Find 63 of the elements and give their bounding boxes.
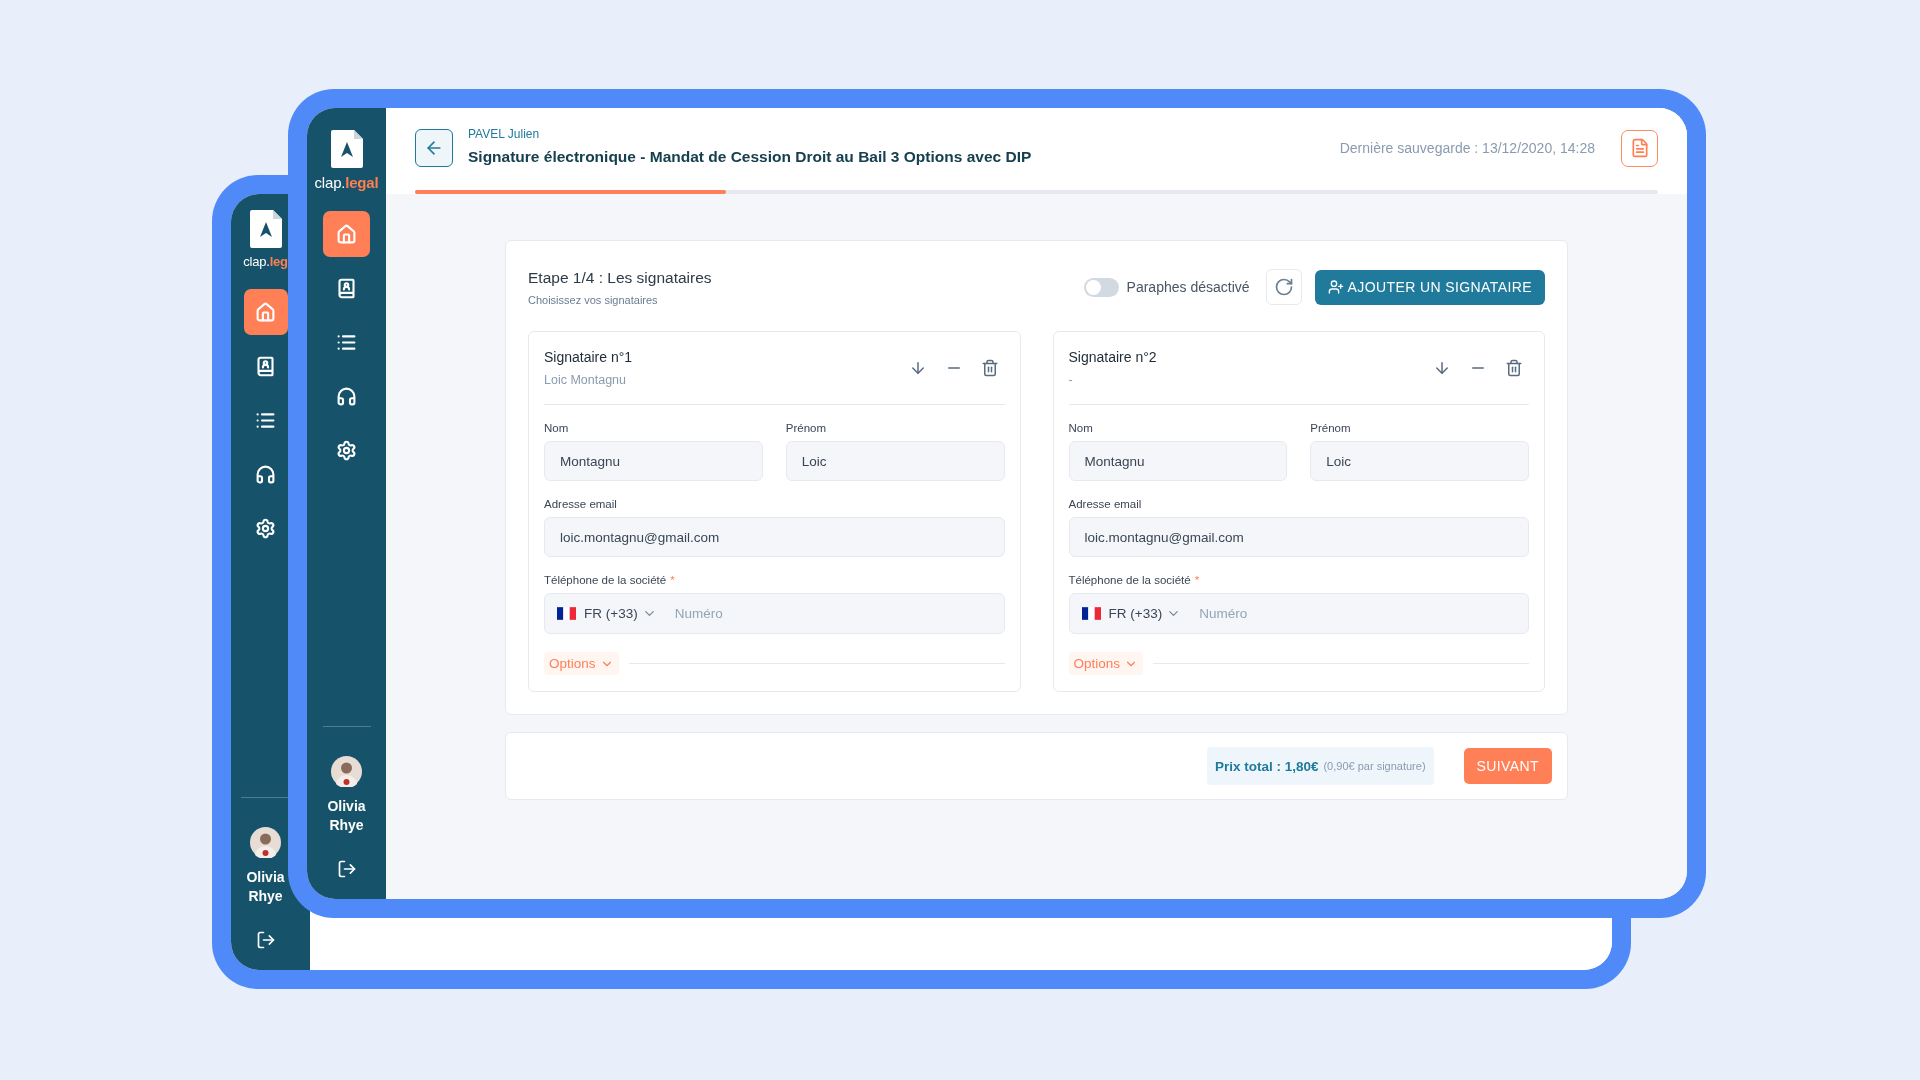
input-field[interactable]: loic.montagnu@gmail.com: [544, 517, 1005, 557]
flag-icon: [1081, 607, 1101, 620]
logo-icon: [249, 210, 282, 248]
step-subtitle: Choisissez vos signataires: [528, 293, 659, 306]
field-label: Téléphone de la société *: [544, 574, 676, 586]
headset-icon: [255, 463, 276, 485]
field-label: Prénom: [785, 422, 828, 434]
last-saved: Dernière sauvegarde : 13/12/2020, 14:28: [1339, 140, 1595, 156]
signer-name: Loic Montagnu: [544, 373, 627, 387]
logo-text: clap.legal: [314, 174, 379, 191]
document-title: Signature électronique - Mandat de Cession Droit au Bail 3 Options avec DIP: [468, 147, 1033, 166]
country-select[interactable]: FR (+33): [1108, 606, 1182, 621]
field-label: Adresse email: [1068, 498, 1143, 510]
toggle-label: Paraphes désactivé: [1126, 279, 1250, 295]
back-button[interactable]: [415, 129, 453, 167]
phone-field[interactable]: FR (+33) Numéro: [1068, 593, 1529, 634]
settings-icon: [336, 439, 357, 461]
signer-name: -: [1068, 373, 1074, 387]
phone-field[interactable]: FR (+33) Numéro: [544, 593, 1005, 634]
user-name: Olivia Rhye: [326, 797, 367, 835]
field-label: Téléphone de la société *: [1068, 574, 1201, 586]
settings-icon: [255, 517, 276, 539]
refresh-button[interactable]: [1265, 269, 1302, 305]
signer-title: Signataire n°1: [544, 349, 633, 365]
add-signer-button[interactable]: AJOUTER UN SIGNATAIRE: [1314, 269, 1545, 305]
phone-placeholder: Numéro: [674, 606, 723, 621]
avatar: [331, 756, 362, 787]
price-note: (0,90€ par signature): [1323, 760, 1426, 772]
input-field[interactable]: Montagnu: [1068, 441, 1288, 481]
avatar: [250, 827, 281, 858]
contact-book-icon: [336, 277, 357, 299]
delete-icon[interactable]: [1505, 359, 1523, 377]
delete-icon[interactable]: [980, 359, 999, 377]
input-field[interactable]: loic.montagnu@gmail.com: [1068, 517, 1529, 557]
contact-book-icon: [255, 355, 276, 377]
phone-placeholder: Numéro: [1199, 606, 1248, 621]
nav-button[interactable]: [243, 289, 288, 335]
logo-text: clap.leg: [243, 254, 288, 269]
step-title: Etape 1/4 : Les signataires: [528, 268, 712, 287]
logo-icon: [330, 130, 363, 168]
logout-icon[interactable]: [255, 930, 276, 950]
user-plus-icon: [1327, 279, 1344, 295]
input-field[interactable]: Loic: [785, 441, 1005, 481]
arrow-down-icon[interactable]: [1433, 359, 1451, 377]
refresh-icon: [1273, 277, 1294, 297]
home-icon: [336, 223, 357, 245]
headset-icon: [336, 385, 357, 407]
input-field[interactable]: Loic: [1310, 441, 1529, 481]
field-label: Prénom: [1310, 422, 1352, 434]
toggle-switch[interactable]: [1083, 277, 1119, 297]
user-name: Olivia Rhye: [245, 868, 286, 906]
input-field[interactable]: Montagnu: [544, 441, 763, 481]
logout-icon[interactable]: [336, 859, 357, 879]
nav-button[interactable]: [323, 211, 370, 257]
price-total: Prix total : 1,80€: [1214, 758, 1319, 774]
country-select[interactable]: FR (+33): [584, 606, 657, 621]
field-label: Adresse email: [544, 498, 618, 510]
field-label: Nom: [544, 422, 570, 434]
home-icon: [255, 301, 276, 323]
signer-title: Signataire n°2: [1068, 349, 1157, 365]
field-label: Nom: [1068, 422, 1094, 434]
client-name: PAVEL Julien: [468, 126, 541, 141]
flag-icon: [557, 607, 576, 620]
